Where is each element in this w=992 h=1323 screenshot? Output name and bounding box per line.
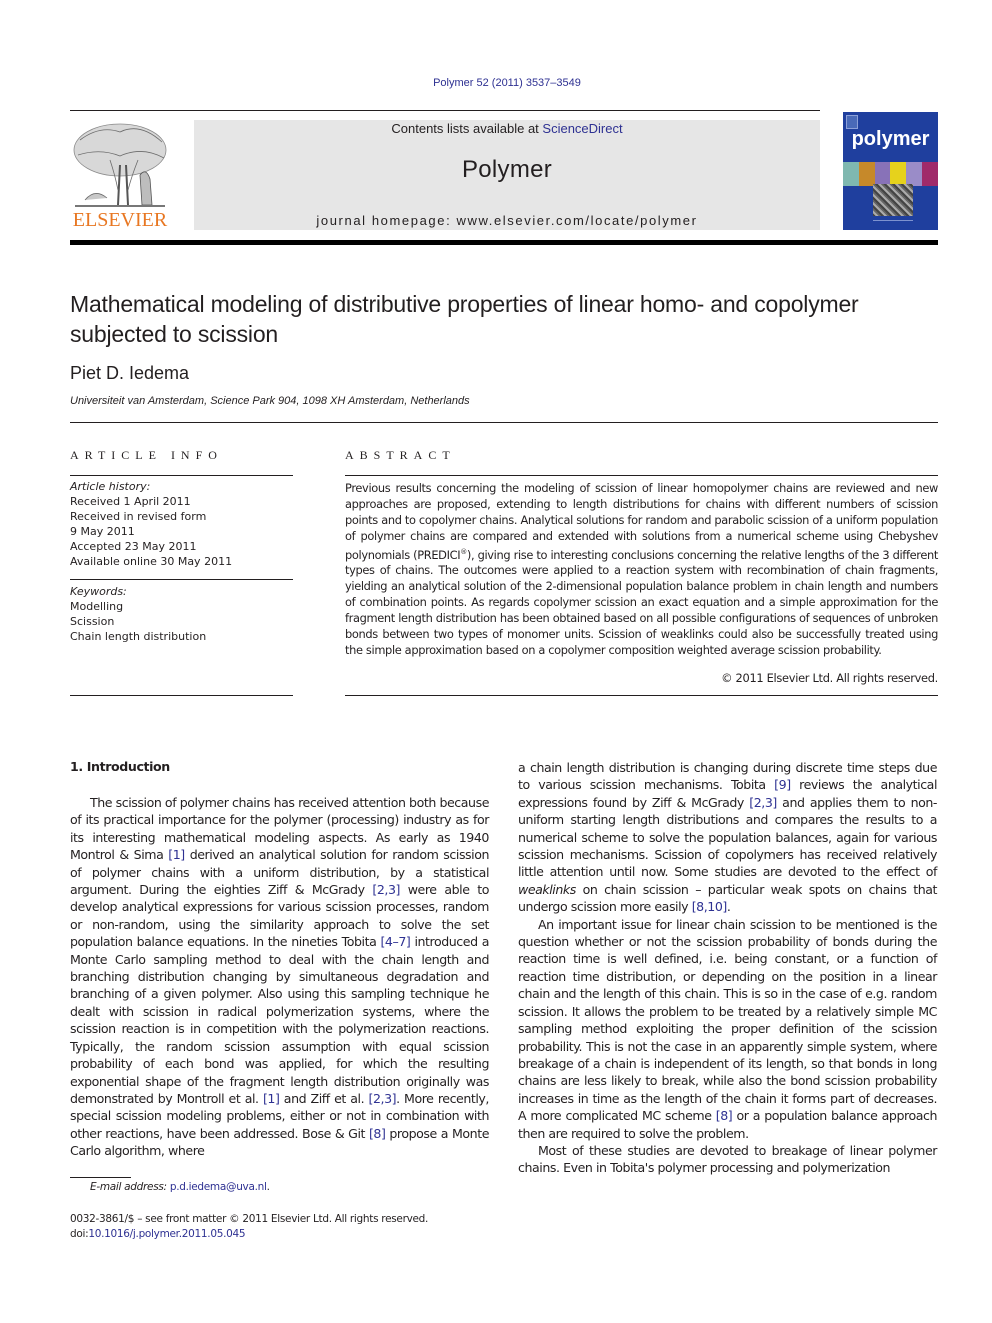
text-run: . — [726, 899, 731, 915]
abstract-copyright: © 2011 Elsevier Ltd. All rights reserved… — [721, 671, 938, 685]
keywords: Keywords: Modelling Scission Chain lengt… — [70, 584, 206, 644]
author-affiliation: Universiteit van Amsterdam, Science Park… — [70, 395, 470, 407]
abstract-text-part: ), giving rise to interesting conclusion… — [345, 547, 939, 657]
journal-cover-image[interactable]: polymer — [843, 112, 938, 230]
history-item: Received 1 April 2011 — [70, 495, 191, 508]
keywords-label: Keywords: — [70, 585, 127, 598]
article-info-rule — [70, 579, 293, 580]
abstract-rule — [345, 695, 938, 696]
doi-line: doi:10.1016/j.polymer.2011.05.045 — [70, 1227, 428, 1242]
reference-link[interactable]: [9] — [774, 777, 791, 792]
paragraph: Most of these studies are devoted to bre… — [518, 1142, 937, 1176]
body-column-left: The scission of polymer chains has recei… — [70, 794, 489, 1160]
email-label: E-mail address: — [90, 1181, 170, 1193]
reference-link[interactable]: [1] — [168, 847, 185, 862]
abstract-text: Previous results concerning the modeling… — [345, 481, 938, 659]
history-item: Received in revised form — [70, 510, 207, 523]
title-divider — [70, 422, 938, 423]
reference-link[interactable]: [2,3] — [369, 1091, 397, 1106]
email-suffix: . — [266, 1181, 270, 1193]
reference-link[interactable]: [8,10] — [692, 899, 728, 914]
journal-name: Polymer — [461, 156, 553, 183]
footnote-rule — [70, 1177, 131, 1178]
reference-link[interactable]: [8] — [369, 1126, 386, 1141]
paragraph: An important issue for linear chain scis… — [518, 916, 937, 1142]
footnote-email: E-mail address: p.d.iedema@uva.nl. — [90, 1181, 270, 1193]
article-info-rule — [70, 475, 293, 476]
section-heading-introduction: 1. Introduction — [70, 759, 170, 774]
keyword-item: Modelling — [70, 600, 124, 613]
issn-line: 0032-3861/$ – see front matter © 2011 El… — [70, 1213, 429, 1225]
emphasis-weaklinks: weaklinks — [518, 881, 576, 897]
doi-label: doi: — [70, 1228, 89, 1240]
reference-link[interactable]: [1] — [263, 1091, 280, 1106]
contents-availability: Contents lists available at ScienceDirec… — [194, 121, 820, 136]
author-name[interactable]: Piet D. Iedema — [70, 363, 189, 384]
reference-link[interactable]: [4–7] — [380, 934, 410, 949]
email-link[interactable]: p.d.iedema@uva.nl — [170, 1181, 267, 1193]
elsevier-badge-icon — [846, 115, 858, 129]
keyword-item: Scission — [70, 615, 115, 628]
cover-publisher-mark — [873, 220, 913, 225]
article-info-rule — [70, 695, 293, 696]
footnote-issn: 0032-3861/$ – see front matter © 2011 El… — [70, 1212, 428, 1242]
history-item: Available online 30 May 2011 — [70, 555, 233, 568]
article-history: Article history: Received 1 April 2011 R… — [70, 479, 232, 569]
registered-mark: ® — [460, 547, 467, 556]
elsevier-logo[interactable]: ELSEVIER — [70, 120, 170, 235]
journal-citation[interactable]: Polymer 52 (2011) 3537–3549 — [0, 77, 992, 89]
text-run: An important issue for linear chain scis… — [518, 916, 937, 1124]
paragraph: a chain length distribution is changing … — [518, 759, 937, 916]
body-column-right: a chain length distribution is changing … — [518, 759, 937, 1177]
history-label: Article history: — [70, 480, 151, 493]
elsevier-tree-icon — [73, 123, 167, 207]
text-run: and Ziff et al. — [279, 1090, 369, 1106]
cover-micrograph — [873, 184, 913, 216]
paragraph: The scission of polymer chains has recei… — [70, 794, 489, 1160]
history-item: 9 May 2011 — [70, 525, 135, 538]
reference-link[interactable]: [2,3] — [749, 795, 777, 810]
abstract-heading: ABSTRACT — [345, 448, 456, 462]
history-item: Accepted 23 May 2011 — [70, 540, 197, 553]
text-run: introduced a Monte Carlo sampling method… — [70, 934, 489, 1106]
keyword-item: Chain length distribution — [70, 630, 207, 643]
journal-banner: Contents lists available at ScienceDirec… — [194, 120, 820, 230]
header-top-rule — [70, 110, 820, 111]
sciencedirect-link[interactable]: ScienceDirect — [542, 121, 622, 136]
header-bottom-rule — [70, 240, 938, 245]
abstract-rule — [345, 475, 938, 476]
cover-micrograph-strip — [843, 162, 938, 186]
journal-homepage-link[interactable]: journal homepage: www.elsevier.com/locat… — [194, 213, 820, 228]
elsevier-wordmark: ELSEVIER — [72, 209, 168, 231]
article-info-heading: ARTICLE INFO — [70, 448, 223, 462]
cover-title: polymer — [851, 128, 930, 150]
reference-link[interactable]: [2,3] — [372, 882, 400, 897]
reference-link[interactable]: [8] — [716, 1108, 733, 1123]
article-title: Mathematical modeling of distributive pr… — [70, 291, 859, 347]
contents-prefix: Contents lists available at — [391, 121, 543, 136]
doi-link[interactable]: 10.1016/j.polymer.2011.05.045 — [88, 1228, 245, 1240]
